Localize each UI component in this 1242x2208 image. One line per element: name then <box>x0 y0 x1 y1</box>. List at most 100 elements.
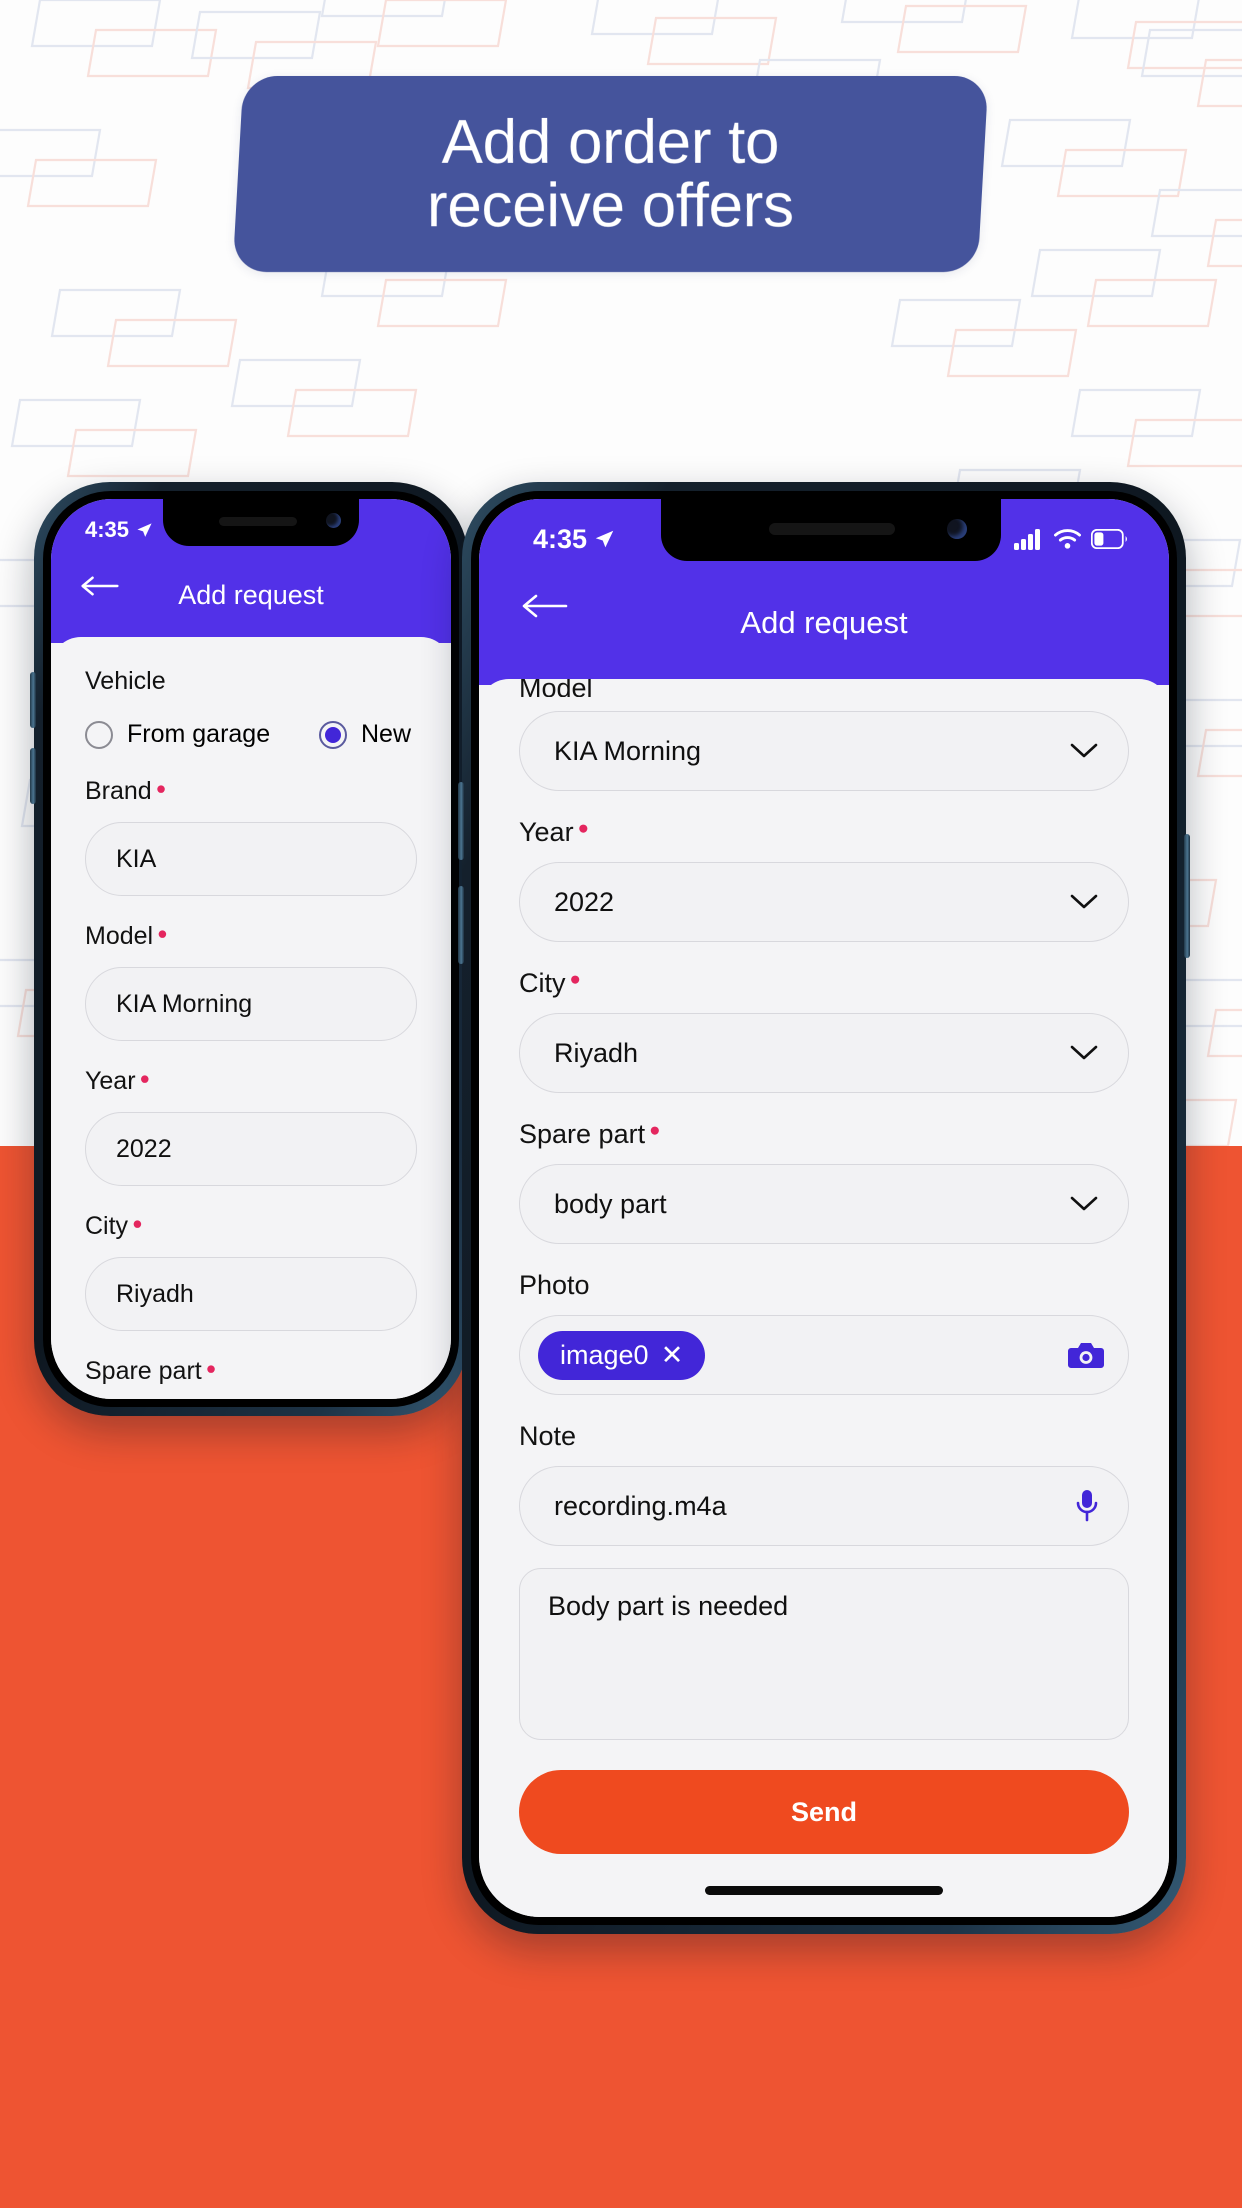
chevron-down-icon[interactable] <box>1070 893 1098 911</box>
year-label-text: Year <box>519 817 574 847</box>
phone-mockup-right: 4:35 Add request Model KIA Morning Year … <box>458 482 1190 1934</box>
year-value: 2022 <box>116 1134 172 1163</box>
city-label: City ● <box>85 1212 417 1241</box>
status-time-group: 4:35 <box>533 524 615 555</box>
wifi-icon <box>1054 529 1081 549</box>
phone-mockup-left: 4:35 Add request Vehicle From garage New… <box>30 482 472 1416</box>
city-label: City ● <box>519 968 1129 999</box>
chevron-down-icon[interactable] <box>1070 1195 1098 1213</box>
note-text: Body part is needed <box>548 1591 789 1621</box>
model-select[interactable]: KIA Morning <box>85 967 417 1041</box>
back-arrow-icon[interactable] <box>81 575 119 602</box>
spare-part-label-text: Spare part <box>519 1119 646 1149</box>
note-label-text: Note <box>519 1421 577 1451</box>
model-label: Model ● <box>85 922 417 951</box>
promo-banner: Add order to receive offers <box>232 76 989 272</box>
phone-right-volume-down <box>458 886 464 964</box>
recording-value: recording.m4a <box>554 1490 727 1521</box>
vehicle-label-text: Vehicle <box>85 667 166 695</box>
vehicle-source-radio-group: From garage New <box>85 720 417 749</box>
city-label-text: City <box>85 1212 129 1240</box>
status-icons <box>1014 528 1129 550</box>
city-value: Riyadh <box>116 1279 194 1308</box>
phone-left-volume-down <box>30 748 36 804</box>
chevron-down-icon[interactable] <box>1070 1044 1098 1062</box>
phone-right-bezel: 4:35 Add request Model KIA Morning Year … <box>471 491 1177 1925</box>
spare-part-label: Spare part ● <box>85 1357 417 1386</box>
photo-picker[interactable]: image0 ✕ <box>519 1315 1129 1395</box>
phone-right-volume-up <box>458 782 464 860</box>
cellular-bars-icon <box>1014 529 1040 550</box>
phone-left-status-bar: 4:35 <box>51 499 451 547</box>
year-select[interactable]: 2022 <box>519 862 1129 942</box>
phone-right-status-bar: 4:35 <box>479 499 1169 561</box>
radio-option-new[interactable]: New <box>318 720 411 749</box>
required-asterisk: ● <box>649 1119 661 1141</box>
radio-from-garage-label: From garage <box>127 720 271 748</box>
year-select[interactable]: 2022 <box>85 1112 417 1186</box>
model-value: KIA Morning <box>554 735 702 766</box>
radio-new-label: New <box>360 720 411 748</box>
required-asterisk: ● <box>139 1067 151 1088</box>
model-select[interactable]: KIA Morning <box>519 711 1129 791</box>
note-label: Note <box>519 1421 1129 1452</box>
spare-part-label-text: Spare part <box>85 1357 202 1385</box>
microphone-icon[interactable] <box>1076 1489 1098 1523</box>
photo-label-text: Photo <box>519 1270 590 1300</box>
required-asterisk: ● <box>132 1212 143 1233</box>
radio-option-from-garage[interactable]: From garage <box>85 720 270 749</box>
battery-icon <box>1091 529 1127 549</box>
camera-icon[interactable] <box>1068 1340 1104 1370</box>
status-time: 4:35 <box>85 517 130 542</box>
photo-chip[interactable]: image0 ✕ <box>538 1330 706 1380</box>
close-icon[interactable]: ✕ <box>661 1340 684 1371</box>
model-label-text: Model <box>85 922 154 950</box>
phone-left-bezel: 4:35 Add request Vehicle From garage New… <box>43 491 459 1407</box>
recording-field[interactable]: recording.m4a <box>519 1466 1129 1546</box>
required-asterisk: ● <box>155 777 167 798</box>
phone-right-form-sheet: Model KIA Morning Year ● 2022 City ● Riy… <box>479 679 1169 1917</box>
phone-left-volume-up <box>30 672 36 728</box>
back-arrow-icon[interactable] <box>521 593 569 624</box>
required-asterisk: ● <box>157 922 168 943</box>
brand-value: KIA <box>116 844 157 873</box>
phone-left-nav-bar: Add request <box>51 547 451 643</box>
city-label-text: City <box>519 968 566 998</box>
promo-banner-text: Add order to receive offers <box>427 107 794 240</box>
send-button[interactable]: Send <box>519 1770 1129 1854</box>
phone-right-nav-bar: Add request <box>479 561 1169 685</box>
photo-label: Photo <box>519 1270 1129 1301</box>
spare-part-select[interactable]: body part <box>519 1164 1129 1244</box>
location-arrow-icon <box>137 522 152 537</box>
city-select[interactable]: Riyadh <box>85 1257 417 1331</box>
send-button-label: Send <box>790 1796 857 1827</box>
phone-left-screen: 4:35 Add request Vehicle From garage New… <box>51 499 451 1399</box>
status-time: 4:35 <box>533 523 588 554</box>
brand-label: Brand ● <box>85 777 417 806</box>
note-textarea[interactable]: Body part is needed <box>519 1568 1129 1740</box>
vehicle-label: Vehicle <box>85 667 417 696</box>
phone-left-form-sheet: Vehicle From garage New Brand ● KIA Mode… <box>51 637 451 1399</box>
radio-new-dot <box>324 726 341 743</box>
required-asterisk: ● <box>205 1357 217 1378</box>
radio-from-garage[interactable] <box>85 720 113 749</box>
brand-select[interactable]: KIA <box>85 822 417 896</box>
brand-label-text: Brand <box>85 777 152 805</box>
radio-new[interactable] <box>318 720 347 749</box>
phone-left-app-header: 4:35 Add request <box>51 499 451 643</box>
year-label-text: Year <box>85 1067 136 1095</box>
city-value: Riyadh <box>554 1037 639 1068</box>
city-select[interactable]: Riyadh <box>519 1013 1129 1093</box>
spare-part-label: Spare part ● <box>519 1119 1129 1150</box>
year-label: Year ● <box>85 1067 417 1096</box>
year-label: Year ● <box>519 817 1129 848</box>
phone-right-app-header: 4:35 Add request <box>479 499 1169 685</box>
model-value: KIA Morning <box>116 989 253 1018</box>
home-indicator[interactable] <box>705 1886 943 1895</box>
required-asterisk: ● <box>577 817 589 839</box>
spare-part-value: body part <box>554 1188 667 1219</box>
phone-right-power <box>1184 834 1190 958</box>
status-time-group: 4:35 <box>85 517 153 543</box>
chevron-down-icon[interactable] <box>1070 742 1098 760</box>
page-title: Add request <box>740 605 908 640</box>
